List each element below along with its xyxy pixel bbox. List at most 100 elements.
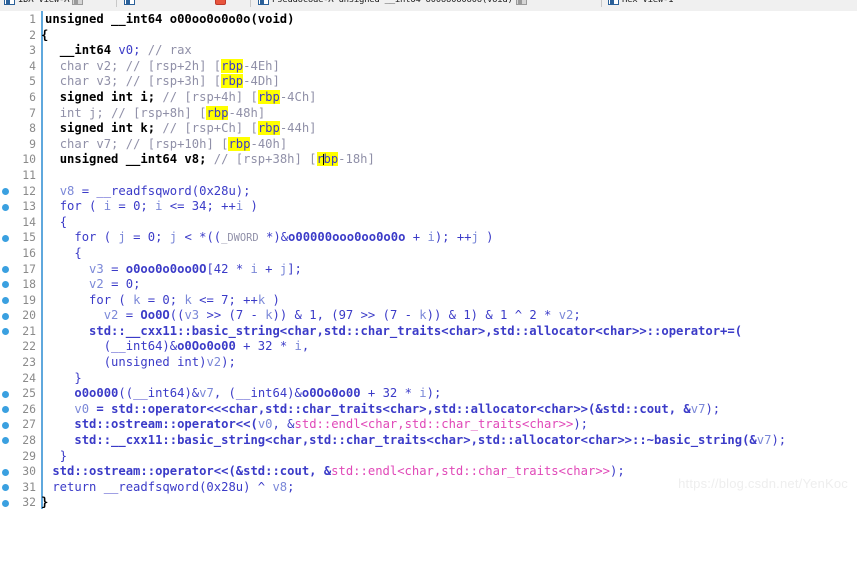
line-source[interactable]: std::ostream::operator<<(v0, &std::endl<… [45, 417, 588, 433]
token-symbol[interactable]: o0Oo0o00 [177, 339, 236, 353]
line-source[interactable]: { [45, 246, 81, 262]
code-line[interactable]: 17 v3 = o0oo0o0oo0O[42 * i + j]; [0, 262, 857, 278]
code-line[interactable]: 29 } [0, 449, 857, 465]
token-function-call[interactable]: = std::operator<<<char,std::char_traits<… [89, 402, 690, 416]
code-line[interactable]: 27 std::ostream::operator<<(v0, &std::en… [0, 417, 857, 433]
token-highlight-rbp[interactable]: rbp [257, 89, 280, 104]
code-line[interactable]: 6 signed int i; // [rsp+4h] [rbp-4Ch] [0, 89, 857, 106]
token-highlight-rbp[interactable]: rbp [257, 121, 280, 136]
token-highlight-rbp[interactable]: rbp [221, 74, 244, 89]
token-var: i [427, 230, 435, 245]
token-highlight-rbp[interactable]: rbp [221, 58, 244, 73]
token-function-call[interactable]: Oo0O [140, 308, 169, 322]
code-line[interactable]: 10 unsigned __int64 v8; // [rsp+38h] [rb… [0, 152, 857, 168]
code-line[interactable]: 2 { [0, 28, 857, 44]
token-highlight-endl[interactable]: std::endl<char,std::char_traits<char>> [331, 464, 610, 478]
token-function-call[interactable]: o0o000 [74, 386, 118, 400]
line-source[interactable]: v3 = o0oo0o0oo0O[42 * i + j]; [45, 262, 302, 278]
line-source[interactable]: int j; // [rsp+8h] [rbp-48h] [45, 105, 265, 122]
line-number: 19 [22, 292, 36, 307]
line-source[interactable]: __int64 v0; // rax [45, 43, 192, 59]
code-line[interactable]: 5 char v3; // [rsp+3h] [rbp-4Dh] [0, 74, 857, 90]
code-line[interactable]: 9 char v7; // [rsp+10h] [rbp-40h] [0, 136, 857, 153]
token-symbol[interactable]: o0oo0o0oo0O [126, 262, 207, 276]
code-line[interactable]: 13 for ( i = 0; i <= 34; ++i ) [0, 199, 857, 215]
line-source[interactable]: char v3; // [rsp+3h] [rbp-4Dh] [45, 74, 280, 90]
watermark: https://blog.csdn.net/YenKoc [678, 476, 848, 491]
toolbar-group-ida-view[interactable]: IDA View-A [4, 0, 84, 10]
line-source[interactable]: } [45, 449, 67, 465]
token-function-call[interactable]: std::__cxx11::basic_string<char,std::cha… [60, 324, 742, 338]
code-line[interactable]: 21 std::__cxx11::basic_string<char,std::… [0, 324, 857, 340]
line-source[interactable]: (__int64)&o0Oo0o00 + 32 * i, [45, 339, 309, 355]
token-highlight-endl[interactable]: std::endl<char,std::char_traits<char>> [295, 417, 574, 431]
code-line[interactable]: 25 o0o000((__int64)&v7, (__int64)&o0Oo0o… [0, 386, 857, 402]
close-icon[interactable] [72, 0, 84, 5]
code-line[interactable]: 11 [0, 168, 857, 184]
toolbar-group-pseudocode[interactable]: Pseudocode-A unsigned __int64 o00oo0o0o0… [258, 0, 527, 10]
line-source[interactable]: (unsigned int)v2); [45, 355, 236, 371]
token-highlight-rbp[interactable]: rbp [316, 152, 339, 167]
line-source[interactable]: v8 = __readfsqword(0x28u); [45, 184, 251, 200]
line-source[interactable]: for ( i = 0; i <= 34; ++i ) [45, 199, 258, 215]
token-var: v7 [690, 401, 706, 416]
line-source[interactable]: unsigned __int64 v8; // [rsp+38h] [rbp-1… [45, 152, 375, 168]
code-line[interactable]: 1 unsigned __int64 o00oo0o0o0o(void) [0, 12, 857, 28]
line-source[interactable]: { [41, 28, 48, 44]
code-line[interactable]: 12 v8 = __readfsqword(0x28u); [0, 184, 857, 200]
code-area[interactable]: 1 unsigned __int64 o00oo0o0o0o(void) 2 {… [0, 12, 857, 511]
toolbar-group-2[interactable] [124, 0, 135, 10]
code-line[interactable]: 4 char v2; // [rsp+2h] [rbp-4Eh] [0, 58, 857, 75]
token-function-call[interactable]: std::__cxx11::basic_string<char,std::cha… [60, 433, 756, 447]
line-source[interactable]: { [45, 215, 67, 231]
token-highlight-rbp[interactable]: rbp [206, 105, 229, 120]
line-source[interactable]: for ( j = 0; j < *((_DWORD *)&o00000ooo0… [45, 230, 494, 247]
line-source[interactable]: signed int k; // [rsp+Ch] [rbp-44h] [45, 121, 317, 137]
token-var: v2; [89, 58, 126, 73]
token-symbol[interactable]: o00000ooo0oo0o0o [288, 230, 405, 244]
token-highlight-rbp[interactable]: rbp [228, 136, 251, 151]
code-line[interactable]: 26 v0 = std::operator<<<char,std::char_t… [0, 402, 857, 418]
line-number: 1 [29, 12, 36, 26]
line-source[interactable]: v0 = std::operator<<<char,std::char_trai… [45, 402, 720, 418]
line-source[interactable]: return __readfsqword(0x28u) ^ v8; [45, 480, 294, 496]
token-expr: (( [169, 308, 185, 323]
code-line[interactable]: 15 for ( j = 0; j < *((_DWORD *)&o00000o… [0, 230, 857, 246]
pseudocode-editor[interactable]: 1 unsigned __int64 o00oo0o0o0o(void) 2 {… [0, 11, 857, 509]
line-source[interactable]: char v7; // [rsp+10h] [rbp-40h] [45, 136, 287, 153]
code-line[interactable]: 8 signed int k; // [rsp+Ch] [rbp-44h] [0, 121, 857, 137]
token-symbol[interactable]: o0Oo0o00 [302, 386, 361, 400]
line-source[interactable]: std::__cxx11::basic_string<char,std::cha… [45, 433, 786, 449]
code-line[interactable]: 24 } [0, 371, 857, 387]
line-source[interactable]: std::ostream::operator<<(&std::cout, &st… [45, 464, 624, 480]
code-line[interactable]: 28 std::__cxx11::basic_string<char,std::… [0, 433, 857, 449]
code-line[interactable]: 22 (__int64)&o0Oo0o00 + 32 * i, [0, 339, 857, 355]
line-source[interactable]: for ( k = 0; k <= 7; ++k ) [45, 293, 280, 309]
line-source[interactable]: v2 = 0; [45, 277, 140, 293]
line-number: 27 [22, 417, 36, 432]
line-source[interactable]: std::__cxx11::basic_string<char,std::cha… [45, 324, 742, 340]
code-line[interactable]: 20 v2 = Oo0O((v3 >> (7 - k)) & 1, (97 >>… [0, 308, 857, 324]
code-line[interactable]: 19 for ( k = 0; k <= 7; ++k ) [0, 293, 857, 309]
code-line[interactable]: 14 { [0, 215, 857, 231]
token-function-call[interactable]: std::ostream::operator<<(&std::cout, & [52, 464, 331, 478]
line-source[interactable]: char v2; // [rsp+2h] [rbp-4Eh] [45, 58, 280, 75]
line-source[interactable]: } [45, 371, 81, 387]
code-line[interactable]: 3 __int64 v0; // rax [0, 43, 857, 59]
stop-icon[interactable] [215, 0, 226, 5]
code-line[interactable]: 23 (unsigned int)v2); [0, 355, 857, 371]
line-source[interactable]: signed int i; // [rsp+4h] [rbp-4Ch] [45, 89, 317, 106]
token-expr: ) [478, 230, 494, 245]
code-line[interactable]: 18 v2 = 0; [0, 277, 857, 293]
line-source[interactable]: unsigned __int64 o00oo0o0o0o(void) [45, 12, 294, 28]
close-icon[interactable] [515, 0, 527, 5]
toolbar-group-stop[interactable] [215, 0, 226, 10]
line-source[interactable]: v2 = Oo0O((v3 >> (7 - k)) & 1, (97 >> (7… [45, 308, 581, 324]
code-line[interactable]: 7 int j; // [rsp+8h] [rbp-48h] [0, 105, 857, 122]
code-line[interactable]: 16 { [0, 246, 857, 262]
line-source[interactable]: o0o000((__int64)&v7, (__int64)&o0Oo0o00 … [45, 386, 441, 402]
token-var: j [471, 230, 479, 245]
toolbar-group-hex-view[interactable]: Hex View-1 [608, 0, 673, 10]
token-function-call[interactable]: std::ostream::operator<<( [60, 417, 257, 431]
